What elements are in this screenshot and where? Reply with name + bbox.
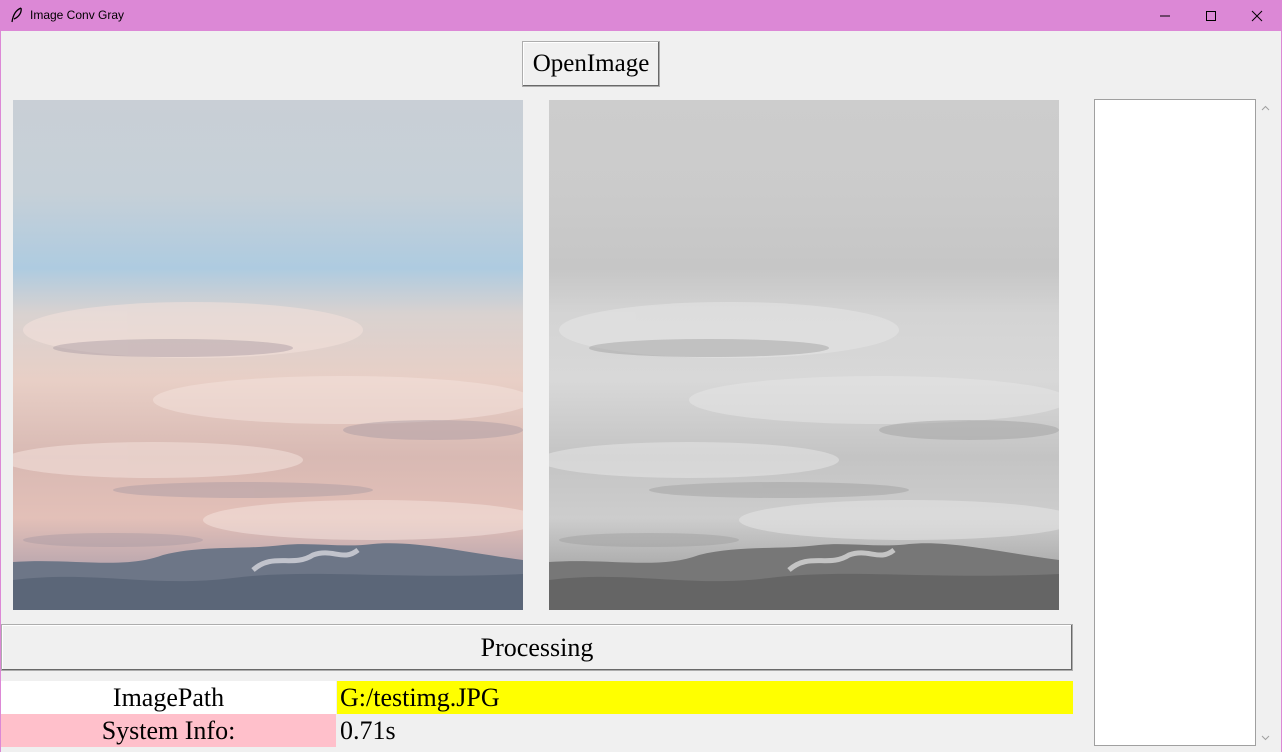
window-title: Image Conv Gray — [30, 8, 125, 22]
maximize-icon — [1206, 10, 1216, 21]
system-info-value: 0.71s — [337, 714, 1073, 747]
listbox-scrollbar[interactable] — [1257, 99, 1274, 746]
log-listbox[interactable] — [1094, 99, 1256, 746]
image-path-label: ImagePath — [1, 681, 336, 714]
image-path-value: G:/testimg.JPG — [337, 681, 1073, 714]
title-bar: Image Conv Gray — [0, 0, 1282, 31]
minimize-icon — [1160, 15, 1170, 16]
feather-icon — [11, 7, 22, 23]
original-image — [13, 100, 523, 610]
scroll-up-arrow-icon[interactable] — [1257, 99, 1274, 116]
close-button[interactable] — [1234, 0, 1280, 31]
open-image-button[interactable]: OpenImage — [522, 41, 660, 87]
processing-button[interactable]: Processing — [1, 624, 1073, 671]
close-icon — [1251, 10, 1263, 21]
scroll-down-arrow-icon[interactable] — [1257, 729, 1274, 746]
minimize-button[interactable] — [1142, 0, 1188, 31]
grayscale-image — [549, 100, 1059, 610]
maximize-button[interactable] — [1188, 0, 1234, 31]
system-info-label: System Info: — [1, 714, 336, 747]
